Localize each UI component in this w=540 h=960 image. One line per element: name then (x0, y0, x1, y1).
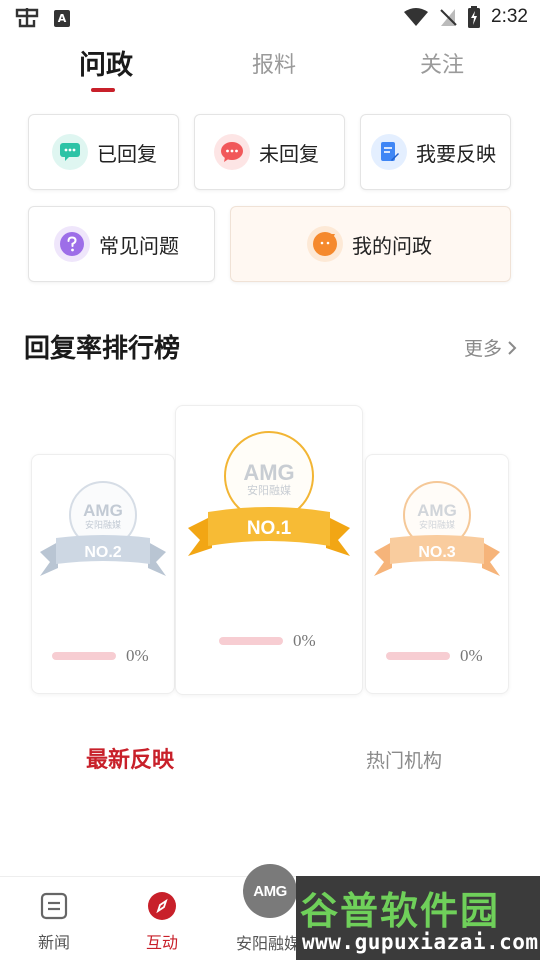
my-wenzheng-label: 我的问政 (352, 233, 432, 258)
compass-icon (148, 892, 176, 920)
bug-icon (15, 8, 39, 28)
more-link[interactable]: 更多 (464, 334, 518, 361)
reply-rate-2: 0% (126, 646, 149, 665)
active-tab-indicator (91, 88, 115, 92)
reply-rate-row-2: 0% (52, 646, 149, 666)
reply-rate-1: 0% (293, 631, 316, 650)
battery-icon (468, 6, 481, 28)
face-icon (307, 226, 343, 262)
medal-logo-sub: 安阳融媒 (419, 519, 455, 531)
status-bar: A 2:32 (0, 0, 540, 36)
replied-label: 已回复 (97, 141, 157, 166)
tab-wenzheng[interactable]: 问政 (46, 44, 166, 88)
rank-label-2: NO.2 (84, 544, 121, 561)
medal-no2-icon: AMG 安阳融媒 NO.2 (40, 481, 166, 576)
reply-rate-bar-2 (52, 652, 116, 660)
more-label: 更多 (463, 338, 502, 360)
submit-report-label: 我要反映 (416, 141, 496, 166)
news-icon (40, 892, 68, 920)
rank-label-3: NO.3 (418, 544, 455, 561)
watermark-url: www.gupuxiazai.com (302, 930, 539, 954)
tab-hot-agencies[interactable]: 热门机构 (366, 746, 442, 773)
ranking-title: 回复率排行榜 (24, 334, 181, 364)
chat-bubble-icon (214, 134, 250, 170)
nav-interact-label: 互动 (145, 933, 178, 952)
nav-news-label: 新闻 (37, 933, 70, 952)
my-wenzheng-button[interactable]: 我的问政 (230, 206, 511, 282)
accessibility-icon: A (54, 9, 70, 27)
chat-bubble-icon (52, 134, 88, 170)
medal-logo-text: AMG (243, 460, 294, 485)
medal-logo-sub: 安阳融媒 (247, 483, 291, 497)
wifi-icon (404, 8, 429, 26)
reply-rate-bar-1 (219, 637, 283, 645)
top-tabs: 问政 报料 关注 (0, 44, 540, 104)
reply-rate-3: 0% (460, 646, 483, 665)
reply-rate-bar-3 (386, 652, 450, 660)
medal-logo-text: AMG (417, 501, 457, 520)
tab-latest-reports[interactable]: 最新反映 (86, 742, 174, 774)
question-icon (54, 226, 90, 262)
nav-news[interactable]: 新闻 (9, 891, 99, 953)
unreplied-button[interactable]: 未回复 (194, 114, 345, 190)
nav-interact[interactable]: 互动 (117, 891, 207, 953)
medal-logo-sub: 安阳融媒 (85, 519, 121, 531)
faq-label: 常见问题 (99, 233, 179, 258)
reply-rate-row-1: 0% (219, 631, 316, 651)
reply-rate-row-3: 0% (386, 646, 483, 666)
replied-button[interactable]: 已回复 (28, 114, 179, 190)
medal-no3-icon: AMG 安阳融媒 NO.3 (374, 481, 500, 576)
rank-label-1: NO.1 (247, 518, 292, 539)
submit-report-button[interactable]: 我要反映 (360, 114, 511, 190)
clock-time: 2:32 (491, 6, 528, 27)
faq-button[interactable]: 常见问题 (28, 206, 215, 282)
edit-document-icon (371, 134, 407, 170)
tab-baoliao[interactable]: 报料 (214, 44, 334, 88)
unreplied-label: 未回复 (259, 141, 319, 166)
chevron-right-icon (508, 340, 517, 355)
medal-logo-text: AMG (83, 501, 123, 520)
no-signal-icon (440, 9, 457, 26)
tab-guanzhu[interactable]: 关注 (382, 44, 502, 88)
watermark-title: 谷普软件园 (300, 889, 501, 933)
medal-no1-icon: AMG 安阳融媒 NO.1 (188, 431, 350, 556)
amg-logo-icon[interactable]: AMG (243, 864, 297, 918)
watermark-banner: 谷普软件园 www.gupuxiazai.com (296, 876, 540, 960)
